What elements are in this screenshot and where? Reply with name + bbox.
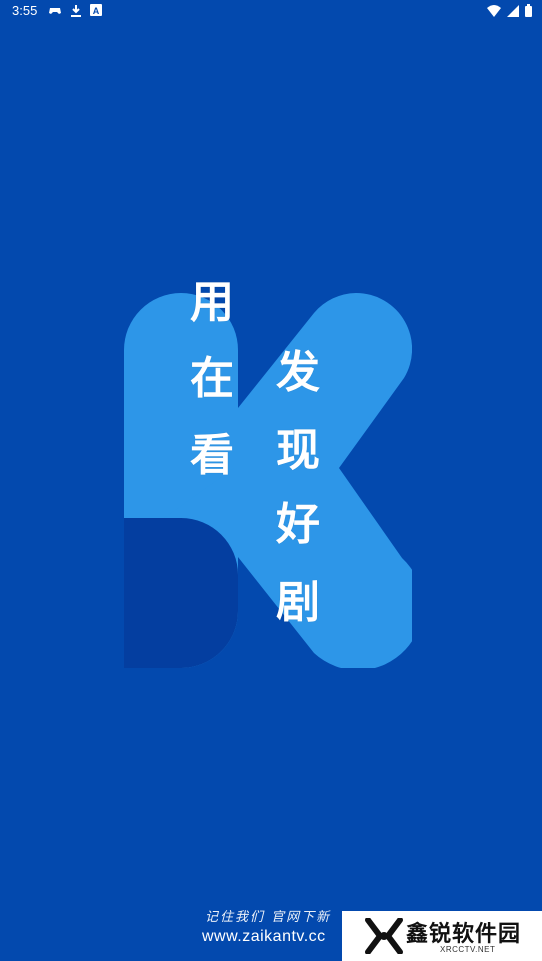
watermark: 鑫锐软件园 XRCCTV.NET [342,911,542,961]
slogan-char: 看 [190,430,234,481]
slogan-char: 剧 [276,577,320,628]
slogan-char: 现 [276,425,320,476]
slogan-char: 用 [190,277,234,328]
status-left-icons: A [48,4,102,17]
status-time: 3:55 [12,3,38,18]
slogan-char: 发 [276,347,320,398]
wifi-icon [487,4,501,17]
app-a-icon: A [90,4,102,16]
slogan-char: 好 [276,499,320,550]
k-logo [124,293,412,668]
status-bar: 3:55 A [0,0,542,22]
game-controller-icon [49,8,61,14]
svg-text:A: A [93,6,100,16]
watermark-subtitle: XRCCTV.NET [440,945,496,954]
battery-icon [525,4,532,17]
status-right-icons [487,4,532,17]
signal-icon [507,4,519,17]
watermark-logo-icon [365,918,403,954]
slogan-char: 在 [190,353,234,404]
watermark-title: 鑫锐软件园 [406,922,522,947]
download-icon [71,5,81,17]
